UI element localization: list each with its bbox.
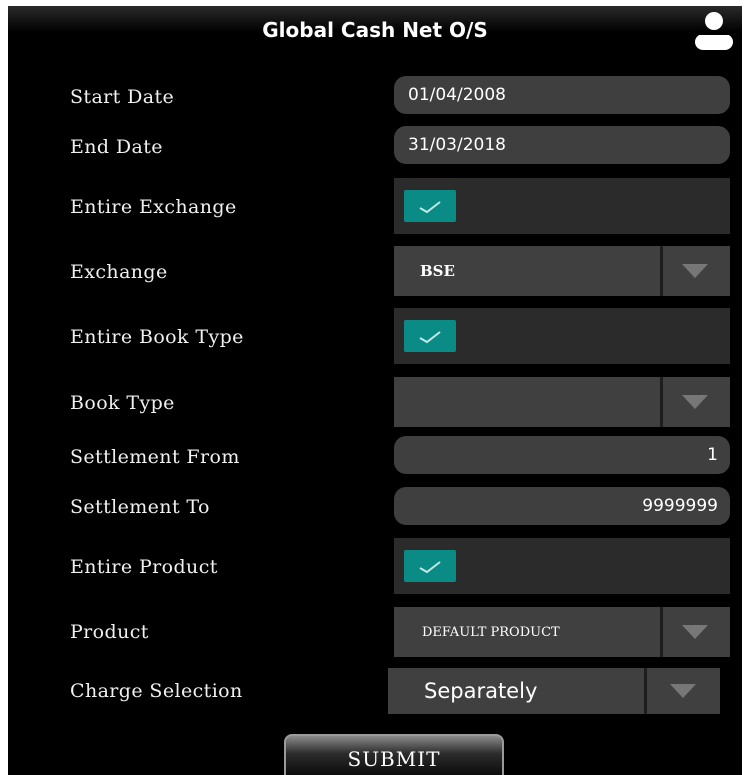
book-type-dropdown[interactable] — [394, 377, 730, 427]
product-value: DEFAULT PRODUCT — [422, 624, 560, 640]
chevron-down-icon[interactable] — [682, 625, 708, 639]
user-icon[interactable] — [694, 10, 734, 54]
checkmark-icon — [419, 561, 441, 574]
end-date-label: End Date — [70, 136, 163, 158]
entire-exchange-checkbox[interactable] — [404, 190, 456, 222]
product-label: Product — [70, 621, 149, 643]
entire-exchange-label: Entire Exchange — [70, 196, 237, 218]
entire-product-checkbox[interactable] — [404, 550, 456, 582]
exchange-value: BSE — [420, 262, 455, 280]
charge-selection-value: Separately — [424, 679, 538, 703]
entire-book-type-panel — [394, 308, 730, 364]
exchange-dropdown[interactable]: BSE — [394, 246, 730, 296]
chevron-down-icon[interactable] — [682, 264, 708, 278]
chevron-down-icon[interactable] — [670, 684, 696, 698]
title-bar: Global Cash Net O/S — [8, 6, 742, 50]
book-type-label: Book Type — [70, 392, 175, 414]
checkmark-icon — [419, 201, 441, 214]
entire-product-label: Entire Product — [70, 556, 218, 578]
product-dropdown[interactable]: DEFAULT PRODUCT — [394, 607, 730, 657]
checkmark-icon — [419, 331, 441, 344]
chevron-down-icon[interactable] — [682, 395, 708, 409]
settlement-from-label: Settlement From — [70, 446, 240, 468]
settlement-to-field[interactable]: 9999999 — [394, 487, 730, 525]
submit-button[interactable]: SUBMIT — [284, 734, 504, 775]
entire-exchange-panel — [394, 178, 730, 234]
settlement-from-field[interactable]: 1 — [394, 436, 730, 474]
start-date-label: Start Date — [70, 86, 175, 108]
entire-product-panel — [394, 538, 730, 594]
entire-book-type-label: Entire Book Type — [70, 326, 244, 348]
app-screen: Global Cash Net O/S Start Date 01/04/200… — [8, 6, 742, 775]
entire-book-type-checkbox[interactable] — [404, 320, 456, 352]
charge-selection-dropdown[interactable]: Separately — [388, 668, 720, 714]
exchange-label: Exchange — [70, 261, 168, 283]
settlement-to-label: Settlement To — [70, 496, 210, 518]
charge-selection-label: Charge Selection — [70, 680, 243, 702]
start-date-field[interactable]: 01/04/2008 — [394, 76, 730, 114]
page-title: Global Cash Net O/S — [262, 18, 488, 42]
end-date-field[interactable]: 31/03/2018 — [394, 126, 730, 164]
